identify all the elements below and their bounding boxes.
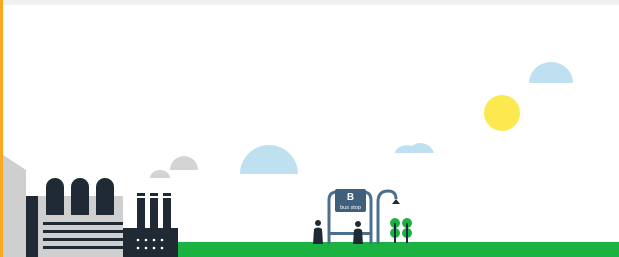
factory-icon: [0, 153, 178, 257]
cloud-icon: [529, 62, 573, 83]
cloud-icon: [395, 143, 434, 153]
person-icon: [313, 220, 323, 244]
bus-stop-letter: B: [347, 192, 354, 203]
bus-stop-caption: bus stop: [340, 205, 361, 211]
accent-bar: [0, 0, 3, 257]
city-scene: B bus stop: [0, 62, 619, 257]
cloud-icon: [150, 170, 170, 178]
tree-icon: [390, 218, 400, 243]
person-icon: [353, 221, 363, 244]
sun-icon: [484, 95, 520, 131]
cloud-icon: [240, 145, 298, 174]
cloud-icon: [170, 156, 198, 170]
tree-icon: [402, 218, 412, 243]
bus-stop-icon: B bus stop: [327, 189, 400, 244]
